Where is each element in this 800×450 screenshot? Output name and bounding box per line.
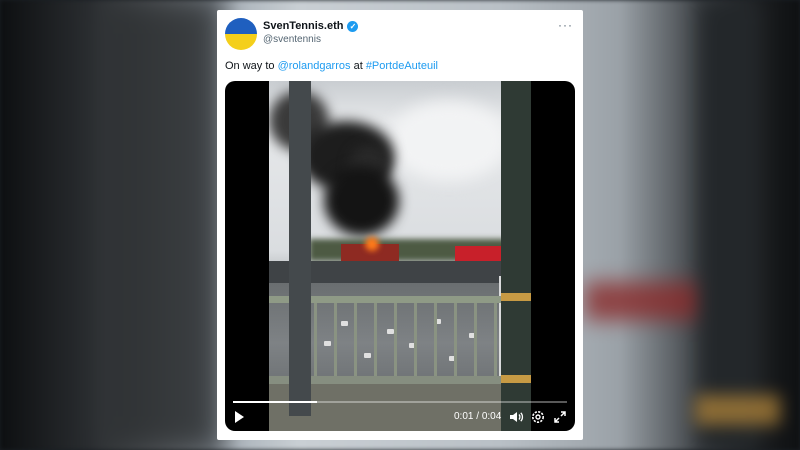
video-frame <box>269 81 531 431</box>
tweet-text: On way to @rolandgarros at #PortdeAuteui… <box>225 60 438 72</box>
video-progress-bar[interactable] <box>233 401 567 403</box>
play-icon[interactable] <box>235 411 244 423</box>
video-progress-fill <box>233 401 317 403</box>
hashtag-link[interactable]: #PortdeAuteuil <box>366 60 438 72</box>
time-separator: / <box>473 411 482 422</box>
tweet-text-prefix: On way to <box>225 60 278 72</box>
mention-link[interactable]: @rolandgarros <box>278 60 351 72</box>
display-name[interactable]: SvenTennis.eth <box>263 20 343 32</box>
video-time: 0:01 / 0:04 <box>454 411 501 422</box>
fullscreen-icon[interactable] <box>552 409 568 425</box>
tweet-text-middle: at <box>350 60 366 72</box>
video-controls: 0:01 / 0:04 <box>225 406 575 431</box>
user-handle[interactable]: @sventennis <box>263 34 321 45</box>
more-options-icon[interactable]: ··· <box>558 18 573 32</box>
duration-time: 0:04 <box>481 411 502 422</box>
elapsed-time: 0:01 <box>454 411 474 422</box>
author-name-row[interactable]: SvenTennis.eth ✓ <box>263 20 359 32</box>
tweet-card: SvenTennis.eth ✓ @sventennis ··· On way … <box>217 10 583 440</box>
video-player[interactable]: 0:01 / 0:04 <box>225 81 575 431</box>
volume-icon[interactable] <box>508 409 524 425</box>
settings-icon[interactable] <box>530 409 546 425</box>
avatar[interactable] <box>225 18 257 50</box>
verified-badge-icon: ✓ <box>347 20 359 32</box>
